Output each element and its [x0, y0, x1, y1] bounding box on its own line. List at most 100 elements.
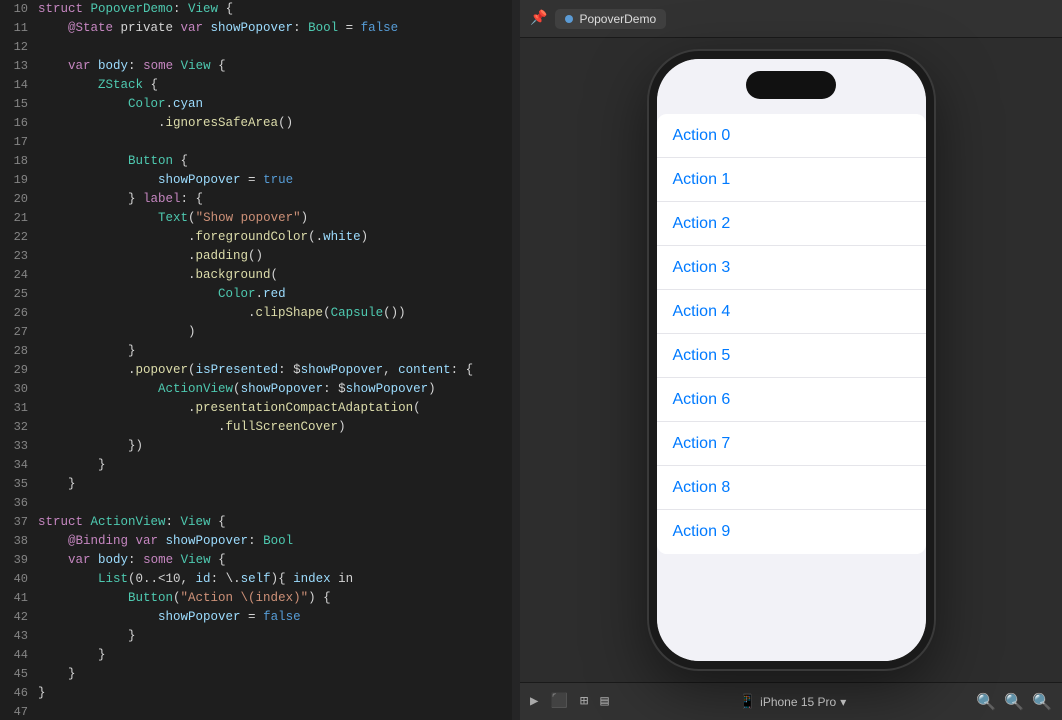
list-item[interactable]: Action 4: [657, 290, 926, 334]
line-content: var body: some View {: [38, 57, 520, 76]
line-number: 33: [0, 437, 38, 456]
run-icon[interactable]: ▶: [530, 693, 538, 710]
list-item[interactable]: Action 5: [657, 334, 926, 378]
code-line: 22 .foregroundColor(.white): [0, 228, 520, 247]
code-line: 10struct PopoverDemo: View {: [0, 0, 520, 19]
line-content: }: [38, 456, 520, 475]
line-content: Text("Show popover"): [38, 209, 520, 228]
line-content: [38, 703, 520, 720]
popover-demo-tab[interactable]: PopoverDemo: [555, 9, 666, 29]
code-editor[interactable]: 10struct PopoverDemo: View {11 @State pr…: [0, 0, 520, 720]
line-number: 44: [0, 646, 38, 665]
code-line: 40 List(0..<10, id: \.self){ index in: [0, 570, 520, 589]
preview-bottom: ▶ ⬛ ⊞ ▤ 📱 iPhone 15 Pro ▾ 🔍 🔍 🔍: [520, 682, 1062, 720]
action-label: Action 6: [673, 391, 731, 409]
line-content: }: [38, 646, 520, 665]
line-content: Button {: [38, 152, 520, 171]
line-number: 10: [0, 0, 38, 19]
action-label: Action 3: [673, 259, 731, 277]
code-line: 17: [0, 133, 520, 152]
layout-icon[interactable]: ▤: [600, 693, 608, 710]
code-line: 44 }: [0, 646, 520, 665]
device-icon: 📱: [739, 693, 756, 710]
line-content: .fullScreenCover): [38, 418, 520, 437]
line-number: 40: [0, 570, 38, 589]
line-content: struct ActionView: View {: [38, 513, 520, 532]
line-content: .background(: [38, 266, 520, 285]
line-content: Color.red: [38, 285, 520, 304]
line-number: 45: [0, 665, 38, 684]
line-content: showPopover = true: [38, 171, 520, 190]
editor-scrollbar[interactable]: [512, 0, 520, 720]
code-line: 43 }: [0, 627, 520, 646]
action-label: Action 8: [673, 479, 731, 497]
action-label: Action 9: [673, 523, 731, 541]
list-item[interactable]: Action 7: [657, 422, 926, 466]
phone-mockup: Action 0Action 1 Action 2 Action 3 Action 4…: [649, 51, 934, 669]
line-content: .foregroundColor(.white): [38, 228, 520, 247]
zoom-out-icon[interactable]: 🔍: [976, 692, 996, 712]
code-line: 28 }: [0, 342, 520, 361]
line-content: Button("Action \(index)") {: [38, 589, 520, 608]
list-item[interactable]: Action 9: [657, 510, 926, 554]
code-line: 29 .popover(isPresented: $showPopover, c…: [0, 361, 520, 380]
line-content: .popover(isPresented: $showPopover, cont…: [38, 361, 520, 380]
zoom-reset-icon[interactable]: 🔍: [1004, 692, 1024, 712]
line-content: .presentationCompactAdaptation(: [38, 399, 520, 418]
device-label: iPhone 15 Pro: [760, 695, 836, 709]
bottom-left-icons: ▶ ⬛ ⊞ ▤: [530, 693, 609, 710]
list-item[interactable]: Action 2: [657, 202, 926, 246]
zoom-in-icon[interactable]: 🔍: [1032, 692, 1052, 712]
code-line: 11 @State private var showPopover: Bool …: [0, 19, 520, 38]
line-number: 41: [0, 589, 38, 608]
grid-icon[interactable]: ⊞: [580, 693, 588, 710]
action-label: Action 2: [673, 215, 731, 233]
device-selector[interactable]: 📱 iPhone 15 Pro ▾: [739, 693, 847, 710]
chevron-down-icon: ▾: [840, 695, 846, 709]
line-number: 24: [0, 266, 38, 285]
line-content: showPopover = false: [38, 608, 520, 627]
list-item[interactable]: Action 6: [657, 378, 926, 422]
line-content: ActionView(showPopover: $showPopover): [38, 380, 520, 399]
line-number: 17: [0, 133, 38, 152]
line-number: 43: [0, 627, 38, 646]
code-line: 38 @Binding var showPopover: Bool: [0, 532, 520, 551]
line-content: @Binding var showPopover: Bool: [38, 532, 520, 551]
line-content: struct PopoverDemo: View {: [38, 0, 520, 19]
code-line: 14 ZStack {: [0, 76, 520, 95]
line-number: 42: [0, 608, 38, 627]
list-item[interactable]: Action 1: [657, 158, 926, 202]
line-number: 28: [0, 342, 38, 361]
preview-topbar: 📌 PopoverDemo: [520, 0, 1062, 38]
line-content: .padding(): [38, 247, 520, 266]
line-number: 35: [0, 475, 38, 494]
line-content: .clipShape(Capsule()): [38, 304, 520, 323]
line-number: 23: [0, 247, 38, 266]
tab-dot: [565, 15, 573, 23]
list-item[interactable]: Action 8: [657, 466, 926, 510]
line-content: }): [38, 437, 520, 456]
line-number: 29: [0, 361, 38, 380]
code-line: 21 Text("Show popover"): [0, 209, 520, 228]
code-line: 15 Color.cyan: [0, 95, 520, 114]
line-content: var body: some View {: [38, 551, 520, 570]
stop-icon[interactable]: ⬛: [550, 693, 567, 710]
line-content: Color.cyan: [38, 95, 520, 114]
line-number: 18: [0, 152, 38, 171]
line-number: 19: [0, 171, 38, 190]
line-content: ZStack {: [38, 76, 520, 95]
code-line: 39 var body: some View {: [0, 551, 520, 570]
action-label: Action 4: [673, 303, 731, 321]
line-content: [38, 38, 520, 57]
line-number: 22: [0, 228, 38, 247]
code-line: 23 .padding(): [0, 247, 520, 266]
line-number: 21: [0, 209, 38, 228]
bottom-right-icons: 🔍 🔍 🔍: [976, 692, 1052, 712]
preview-panel: 📌 PopoverDemo Action 0Action 1Action 2Ac…: [520, 0, 1062, 720]
list-item[interactable]: Action 0: [657, 114, 926, 158]
code-line: 47: [0, 703, 520, 720]
line-number: 30: [0, 380, 38, 399]
code-line: 41 Button("Action \(index)") {: [0, 589, 520, 608]
pin-icon: 📌: [530, 10, 547, 27]
list-item[interactable]: Action 3: [657, 246, 926, 290]
